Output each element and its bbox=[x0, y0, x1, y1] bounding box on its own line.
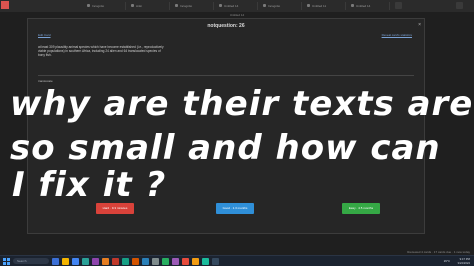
browser-tab-bar: Incognito Anki Incognito Untitled 14 Inc… bbox=[0, 0, 474, 12]
answer-text: translocate bbox=[38, 79, 53, 83]
app-icon[interactable] bbox=[212, 258, 219, 265]
app-icon[interactable] bbox=[132, 258, 139, 265]
app-icon[interactable] bbox=[182, 258, 189, 265]
tab-favicon-icon bbox=[87, 4, 90, 7]
handwritten-annotation-line-3: I fix it ? bbox=[12, 165, 167, 205]
tab-label: Untitled 11 bbox=[312, 4, 327, 8]
tab-2[interactable]: Anki bbox=[130, 2, 170, 10]
app-icon[interactable] bbox=[192, 258, 199, 265]
weather-indicator[interactable]: 29°C bbox=[444, 259, 450, 263]
taskbar: Search 29°C 9:47 PM 3/24/2024 bbox=[0, 255, 474, 266]
window-menu-button[interactable] bbox=[456, 2, 463, 9]
dialog-title: notquestion: 26 bbox=[207, 23, 245, 29]
app-icon[interactable] bbox=[82, 258, 89, 265]
app-icon[interactable] bbox=[92, 258, 99, 265]
tab-label: Anki bbox=[136, 4, 142, 8]
new-tab-button[interactable] bbox=[395, 2, 402, 9]
tab-favicon-icon bbox=[351, 4, 354, 7]
tab-favicon-icon bbox=[219, 4, 222, 7]
app-icon[interactable] bbox=[152, 258, 159, 265]
windows-start-icon[interactable] bbox=[3, 258, 10, 265]
tab-label: Untitled 14 bbox=[224, 4, 239, 8]
card-stats-link[interactable]: Reveal card's statistics bbox=[382, 33, 412, 37]
task-view-icon[interactable] bbox=[52, 258, 59, 265]
tab-label: Incognito bbox=[180, 4, 193, 8]
tab-favicon-icon bbox=[263, 4, 266, 7]
app-icon[interactable] bbox=[202, 258, 209, 265]
window-title: Untitled 14 bbox=[229, 13, 245, 17]
divider bbox=[38, 75, 414, 76]
tab-favicon-icon bbox=[131, 4, 134, 7]
taskbar-search-input[interactable]: Search bbox=[13, 258, 49, 264]
good-button[interactable]: Good · 1.3 months bbox=[216, 203, 254, 214]
card-text: at least 309 plausibly animal species wh… bbox=[38, 45, 164, 57]
clock[interactable]: 9:47 PM 3/24/2024 bbox=[458, 257, 470, 265]
app-icon[interactable] bbox=[172, 258, 179, 265]
tab-label: Incognito bbox=[92, 4, 105, 8]
app-icon[interactable] bbox=[142, 258, 149, 265]
browser-icon[interactable] bbox=[72, 258, 79, 265]
tab-4[interactable]: Untitled 14 bbox=[218, 2, 258, 10]
handwritten-annotation-line-2: so small and how can bbox=[10, 128, 441, 168]
file-explorer-icon[interactable] bbox=[62, 258, 69, 265]
handwritten-annotation-line-1: why are their texts are bbox=[10, 84, 474, 124]
clock-date: 3/24/2024 bbox=[457, 261, 470, 265]
app-icon[interactable] bbox=[102, 258, 109, 265]
app-logo-icon bbox=[1, 1, 9, 9]
tab-6[interactable]: Untitled 11 bbox=[306, 2, 346, 10]
tab-label: Untitled 14 bbox=[356, 4, 371, 8]
status-bar: Reviewed 4 cards · 17 cards due · 1 new … bbox=[407, 250, 470, 254]
tab-favicon-icon bbox=[175, 4, 178, 7]
close-icon[interactable]: × bbox=[418, 22, 421, 28]
tab-favicon-icon bbox=[307, 4, 310, 7]
tab-5[interactable]: Incognito bbox=[262, 2, 302, 10]
app-icon[interactable] bbox=[122, 258, 129, 265]
app-icon[interactable] bbox=[112, 258, 119, 265]
easy-button[interactable]: Easy · 4.5 months bbox=[342, 203, 380, 214]
tab-label: Incognito bbox=[268, 4, 281, 8]
tab-1[interactable]: Incognito bbox=[86, 2, 126, 10]
edit-card-link[interactable]: Edit Card bbox=[38, 33, 51, 37]
app-icon[interactable] bbox=[162, 258, 169, 265]
tab-3[interactable]: Incognito bbox=[174, 2, 214, 10]
tab-7[interactable]: Untitled 14 bbox=[350, 2, 390, 10]
